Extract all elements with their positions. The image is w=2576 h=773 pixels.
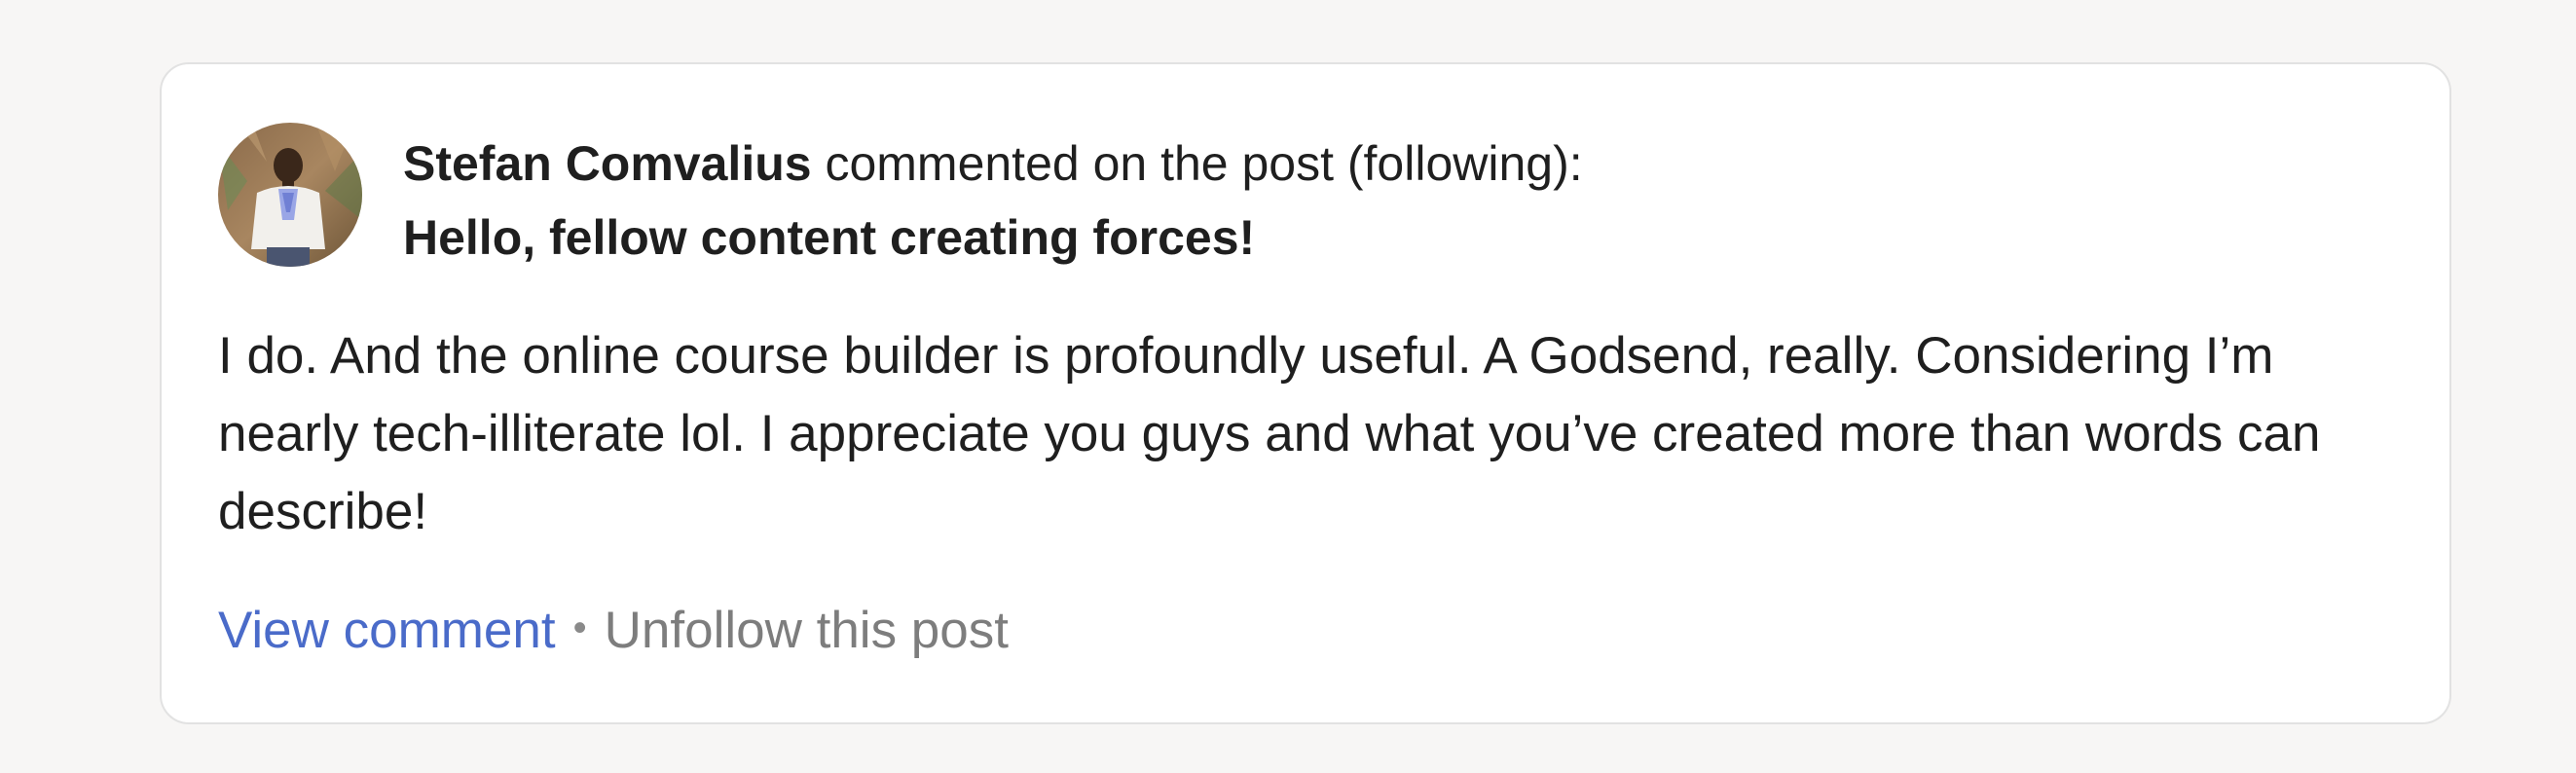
avatar[interactable] [218, 123, 362, 267]
notification-header: Stefan Comvalius commented on the post (… [403, 127, 1583, 275]
action-text: commented on the post (following): [811, 136, 1583, 191]
header-line: Stefan Comvalius commented on the post (… [403, 127, 1583, 201]
comment-body: I do. And the online course builder is p… [218, 327, 2321, 540]
post-title[interactable]: Hello, fellow content creating forces! [403, 201, 1583, 275]
view-comment-link[interactable]: View comment [218, 602, 556, 659]
author-name[interactable]: Stefan Comvalius [403, 136, 812, 191]
unfollow-post-link[interactable]: Unfollow this post [605, 602, 1009, 659]
notification-card: Stefan Comvalius commented on the post (… [160, 62, 2451, 724]
separator-dot: • [572, 607, 587, 649]
notification-actions: View comment • Unfollow this post [218, 592, 1009, 673]
avatar-photo [218, 123, 362, 267]
